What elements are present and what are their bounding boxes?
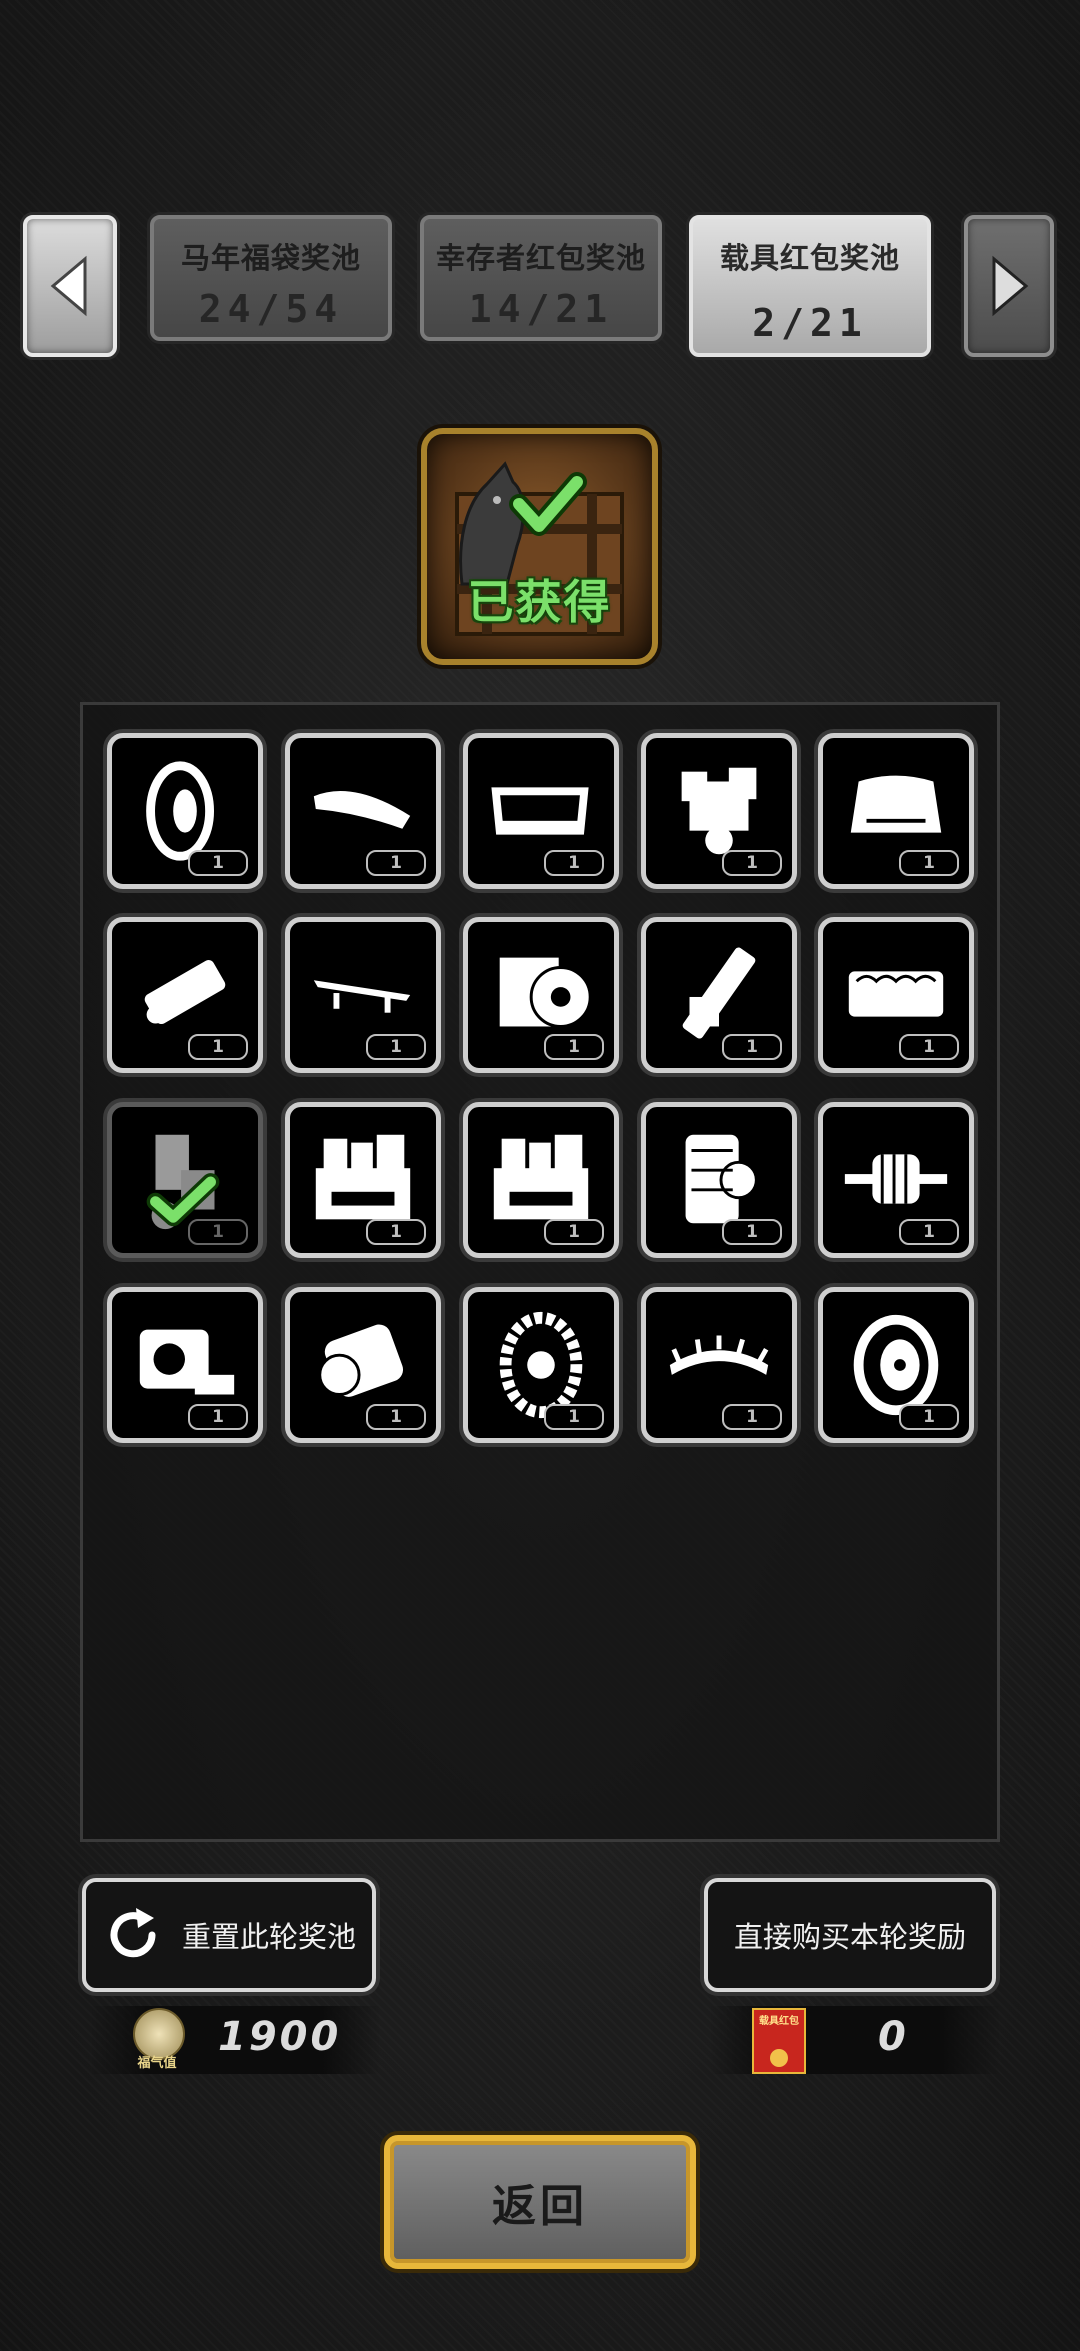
reward-item[interactable]: 1 [818, 1287, 974, 1443]
prev-pool-button[interactable] [23, 215, 117, 357]
tab-horse-year-pool[interactable]: 马年福袋奖池 24/54 [150, 215, 392, 341]
item-quantity-badge: 1 [899, 850, 959, 876]
item-quantity-badge: 1 [722, 850, 782, 876]
item-quantity-badge: 1 [544, 1404, 604, 1430]
item-quantity-badge: 1 [899, 1034, 959, 1060]
item-quantity-badge: 1 [366, 850, 426, 876]
item-quantity-badge: 1 [188, 1404, 248, 1430]
fortune-stat: 福气值 1900 [90, 2006, 380, 2074]
tab-progress: 2/21 [752, 301, 868, 345]
item-quantity-badge: 1 [188, 850, 248, 876]
reward-item[interactable]: 1 [818, 733, 974, 889]
fortune-icon: 福气值 [128, 2008, 186, 2072]
red-packet-icon-caption: 载具红包 [759, 2016, 799, 2027]
reward-item[interactable]: 1 [285, 917, 441, 1073]
item-quantity-badge: 1 [544, 1219, 604, 1245]
item-quantity-badge: 1 [722, 1219, 782, 1245]
buy-round-rewards-button[interactable]: 直接购买本轮奖励 [704, 1878, 996, 1992]
tab-title: 幸存者红包奖池 [435, 241, 646, 275]
item-quantity-badge: 1 [366, 1034, 426, 1060]
item-quantity-badge: 1 [899, 1219, 959, 1245]
reward-item[interactable]: 1 [463, 917, 619, 1073]
reward-item[interactable]: 1 [107, 733, 263, 889]
reward-item[interactable]: 1 [285, 1287, 441, 1443]
reset-pool-label: 重置此轮奖池 [181, 1920, 356, 1954]
item-quantity-badge: 1 [722, 1404, 782, 1430]
tab-title: 马年福袋奖池 [180, 241, 361, 275]
reward-item[interactable]: 1 [463, 733, 619, 889]
chest-status-label: 已获得 [467, 575, 612, 629]
item-quantity-badge: 1 [899, 1404, 959, 1430]
reward-item[interactable]: 1 [818, 1102, 974, 1258]
back-button[interactable]: 返回 [384, 2135, 696, 2269]
item-quantity-badge: 1 [366, 1219, 426, 1245]
tab-survivor-pool[interactable]: 幸存者红包奖池 14/21 [420, 215, 662, 341]
next-pool-button[interactable] [964, 215, 1054, 357]
tab-title: 载具红包奖池 [719, 241, 900, 275]
reset-pool-button[interactable]: 重置此轮奖池 [82, 1878, 376, 1992]
item-quantity-badge: 1 [188, 1219, 248, 1245]
fortune-value: 1900 [218, 2014, 342, 2060]
tab-vehicle-pool[interactable]: 载具红包奖池 2/21 [689, 215, 931, 357]
red-packet-stat: 载具红包 0 [710, 2006, 1000, 2074]
item-quantity-badge: 1 [188, 1034, 248, 1060]
item-quantity-badge: 1 [722, 1034, 782, 1060]
chevron-left-icon [50, 255, 87, 317]
reward-item[interactable]: 1 [641, 733, 797, 889]
reward-item[interactable]: 1 [463, 1102, 619, 1258]
reward-item[interactable]: 1 [107, 917, 263, 1073]
reward-item[interactable]: 1 [285, 733, 441, 889]
reward-item[interactable]: 1 [818, 917, 974, 1073]
red-packet-count: 0 [878, 2014, 906, 2060]
tab-progress: 14/21 [468, 287, 614, 331]
chevron-right-icon [992, 255, 1029, 317]
reward-chest[interactable]: 已获得 [421, 428, 658, 665]
fortune-icon-caption: 福气值 [137, 2056, 177, 2071]
tab-progress: 24/54 [198, 287, 344, 331]
reward-item[interactable]: 1 [285, 1102, 441, 1258]
reward-item[interactable]: 1 [641, 1287, 797, 1443]
reward-item-collected[interactable]: 1 [107, 1102, 263, 1258]
back-button-label: 返回 [492, 2181, 588, 2232]
reward-item[interactable]: 1 [107, 1287, 263, 1443]
red-packet-icon: 载具红包 [752, 2008, 806, 2074]
item-quantity-badge: 1 [366, 1404, 426, 1430]
item-quantity-badge: 1 [544, 850, 604, 876]
reward-item[interactable]: 1 [463, 1287, 619, 1443]
item-quantity-badge: 1 [544, 1034, 604, 1060]
reward-item[interactable]: 1 [641, 1102, 797, 1258]
reward-item[interactable]: 1 [641, 917, 797, 1073]
buy-round-rewards-label: 直接购买本轮奖励 [733, 1920, 966, 1954]
refresh-icon [110, 1908, 156, 1958]
